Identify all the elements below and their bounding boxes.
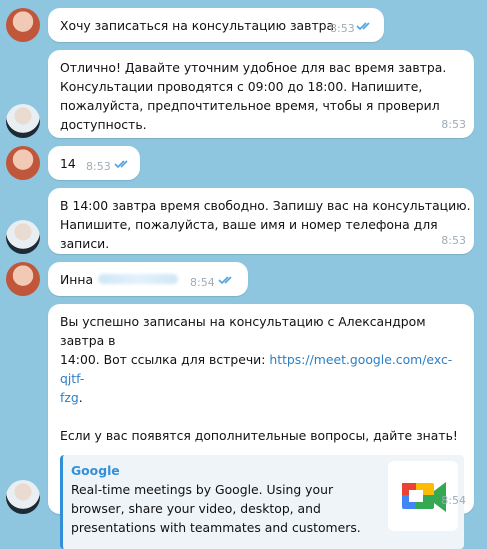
message-text: В 14:00 завтра время свободно. Запишу ва…: [60, 198, 471, 251]
message-time: 8:54: [441, 494, 466, 507]
message-text: Хочу записаться на консультацию завтра: [60, 18, 335, 33]
read-ticks-icon: [356, 22, 370, 31]
message-bubble[interactable]: Инна 8:54: [48, 262, 248, 296]
message-time: 8:54: [190, 276, 215, 289]
message-time: 8:53: [86, 160, 111, 173]
message-bubble[interactable]: Хочу записаться на консультацию завтра 8…: [48, 8, 384, 42]
bot-avatar[interactable]: [6, 104, 40, 138]
message-row: Хочу записаться на консультацию завтра 8…: [0, 8, 487, 42]
message-time: 8:53: [441, 234, 466, 247]
message-time: 8:53: [441, 118, 466, 131]
message-row: Вы успешно записаны на консультацию с Ал…: [0, 304, 487, 549]
user-avatar[interactable]: [6, 262, 40, 296]
message-row: В 14:00 завтра время свободно. Запишу ва…: [0, 188, 487, 254]
message-bubble[interactable]: Вы успешно записаны на консультацию с Ал…: [48, 304, 474, 549]
message-bubble[interactable]: В 14:00 завтра время свободно. Запишу ва…: [48, 188, 474, 254]
message-text: . Если у вас появятся дополнительные воп…: [60, 390, 458, 443]
message-bubble[interactable]: Отлично! Давайте уточним удобное для вас…: [48, 50, 474, 138]
message-row: Отлично! Давайте уточним удобное для вас…: [0, 50, 487, 138]
message-row: 14 8:53: [0, 146, 487, 180]
read-ticks-icon: [114, 160, 128, 169]
user-avatar[interactable]: [6, 8, 40, 42]
preview-description: Real-time meetings by Google. Using your…: [71, 482, 361, 535]
message-bubble[interactable]: 14 8:53: [48, 146, 140, 180]
user-avatar[interactable]: [6, 146, 40, 180]
bot-avatar[interactable]: [6, 220, 40, 254]
message-text: Инна: [60, 272, 94, 287]
read-ticks-icon: [218, 276, 232, 285]
message-row: Инна 8:54: [0, 262, 487, 296]
message-text: 14: [60, 156, 76, 171]
redacted-phone: [98, 274, 178, 284]
bot-avatar[interactable]: [6, 480, 40, 514]
message-time: 8:53: [330, 22, 355, 35]
message-text: Отлично! Давайте уточним удобное для вас…: [60, 60, 447, 132]
link-preview[interactable]: Google Real-time meetings by Google. Usi…: [60, 455, 464, 549]
